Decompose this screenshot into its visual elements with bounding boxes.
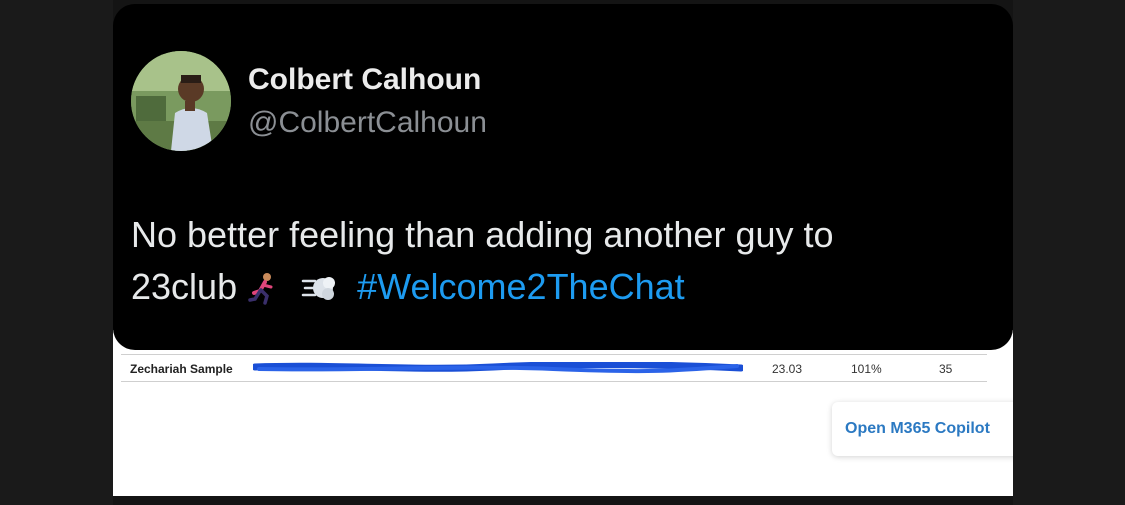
row-value-2: 101% <box>851 362 882 376</box>
tweet-text: No better feeling than adding another gu… <box>131 209 991 319</box>
display-name: Colbert Calhoun <box>248 63 482 96</box>
avatar-photo-icon <box>131 51 231 151</box>
dash-icon <box>301 267 337 319</box>
right-letterbox-overlay <box>1013 395 1125 465</box>
row-name-cell: Zechariah Sample <box>130 362 233 376</box>
row-value-3: 35 <box>939 362 953 376</box>
avatar[interactable] <box>131 51 231 151</box>
row-top-border <box>121 354 987 355</box>
redaction-scribble <box>253 362 743 374</box>
tweet-text-line-2: 23club #Welcome2TheChat <box>131 261 991 319</box>
row-value-1: 23.03 <box>772 362 803 376</box>
row-bottom-border <box>121 381 987 382</box>
running-person-icon <box>247 267 281 319</box>
tweet-card: Colbert Calhoun @ColbertCalhoun No bette… <box>113 4 1013 350</box>
tweet-text-line-1: No better feeling than adding another gu… <box>131 214 834 255</box>
user-handle: @ColbertCalhoun <box>248 106 487 139</box>
tweet-text-club: 23club <box>131 266 238 307</box>
open-copilot-label: Open M365 Copilot <box>845 420 990 437</box>
hashtag-link[interactable]: #Welcome2TheChat <box>357 266 685 307</box>
left-letterbox <box>0 0 113 505</box>
open-copilot-button[interactable]: Open M365 Copilot <box>832 402 1032 456</box>
